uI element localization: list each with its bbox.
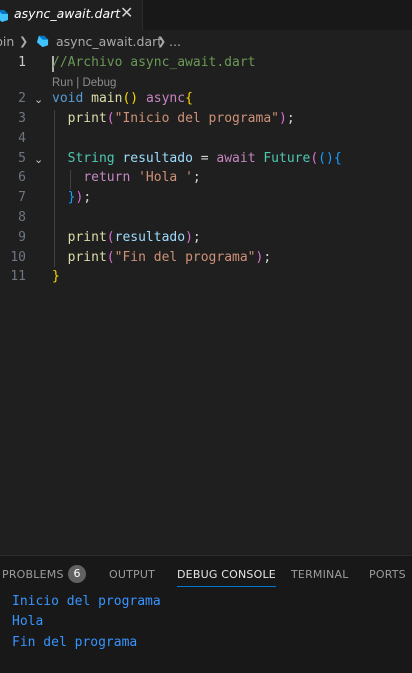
- function-token: print: [67, 111, 107, 126]
- string-token: "Fin del programa": [114, 250, 256, 265]
- line-number: 7: [18, 190, 26, 205]
- variable-token: resultado: [114, 230, 186, 245]
- type-token: Future: [263, 151, 311, 166]
- function-token: print: [67, 250, 107, 265]
- tab-label: async_await.dart: [14, 6, 121, 21]
- tab-debug-console[interactable]: DEBUG CONSOLE: [177, 568, 276, 587]
- codelens-run-debug[interactable]: Run | Debug: [52, 77, 116, 89]
- tab-output[interactable]: OUTPUT: [109, 568, 155, 581]
- console-output-line: Hola: [12, 614, 44, 629]
- code-line: String resultado = await Future((){: [67, 151, 342, 166]
- keyword-token: return: [83, 170, 131, 185]
- fold-chevron-icon[interactable]: ⌄: [34, 93, 43, 106]
- line-number: 1: [18, 55, 26, 70]
- problems-count-badge: 6: [68, 565, 86, 583]
- code-line: print("Inicio del programa");: [67, 111, 295, 126]
- code-line: void main() async{: [52, 91, 193, 106]
- code-line: });: [67, 190, 92, 205]
- console-output-line: Inicio del programa: [12, 594, 161, 609]
- breadcrumb-folder[interactable]: bin: [0, 34, 14, 49]
- code-line: print(resultado);: [67, 230, 201, 245]
- line-number: 10: [10, 250, 26, 265]
- dart-file-icon: [36, 35, 49, 51]
- code-line: //Archivo async_await.dart: [52, 55, 256, 70]
- tab-terminal[interactable]: TERMINAL: [291, 568, 349, 581]
- line-number: 4: [18, 131, 26, 146]
- keyword-token: await: [216, 151, 256, 166]
- breadcrumb-symbols[interactable]: ...: [169, 34, 181, 49]
- fold-chevron-icon[interactable]: ⌄: [34, 153, 43, 166]
- dart-file-icon: [0, 8, 9, 27]
- line-number: 9: [18, 230, 26, 245]
- line-number: 8: [18, 210, 26, 225]
- code-line: print("Fin del programa");: [67, 250, 272, 265]
- code-line: return 'Hola ';: [83, 170, 201, 185]
- line-number: 5: [18, 151, 26, 166]
- type-token: String: [67, 151, 115, 166]
- tab-problems[interactable]: PROBLEMS: [2, 568, 64, 581]
- breadcrumb: bin ❯ async_await.dart ❯ ...: [0, 31, 412, 53]
- chevron-right-icon: ❯: [19, 35, 29, 48]
- console-output-line: Fin del programa: [12, 635, 138, 650]
- variable-token: resultado: [122, 151, 193, 166]
- line-number: 3: [18, 111, 26, 126]
- close-icon[interactable]: ✕: [120, 3, 133, 22]
- tab-async-await[interactable]: async_await.dart ✕: [0, 0, 143, 30]
- string-token: 'Hola ': [138, 170, 193, 185]
- code-editor[interactable]: 1 2 3 4 5 6 7 8 9 10 11 ⌄ ⌄ //Archivo as…: [0, 53, 412, 553]
- keyword-token: void: [52, 91, 84, 106]
- chevron-right-icon: ❯: [157, 35, 167, 48]
- string-token: "Inicio del programa": [114, 111, 279, 126]
- breadcrumb-file[interactable]: async_await.dart: [56, 34, 162, 49]
- line-number: 6: [18, 170, 26, 185]
- bottom-panel: PROBLEMS 6 OUTPUT DEBUG CONSOLE TERMINAL…: [0, 555, 412, 673]
- code-line: }: [52, 269, 60, 284]
- editor-tab-bar: async_await.dart ✕: [0, 0, 412, 30]
- line-number: 11: [10, 269, 26, 284]
- tab-ports[interactable]: PORTS: [369, 568, 406, 581]
- keyword-token: async: [145, 91, 186, 106]
- function-token: print: [67, 230, 107, 245]
- line-number: 2: [18, 91, 26, 106]
- comment-token: //Archivo async_await.dart: [52, 55, 256, 70]
- function-token: main: [91, 91, 123, 106]
